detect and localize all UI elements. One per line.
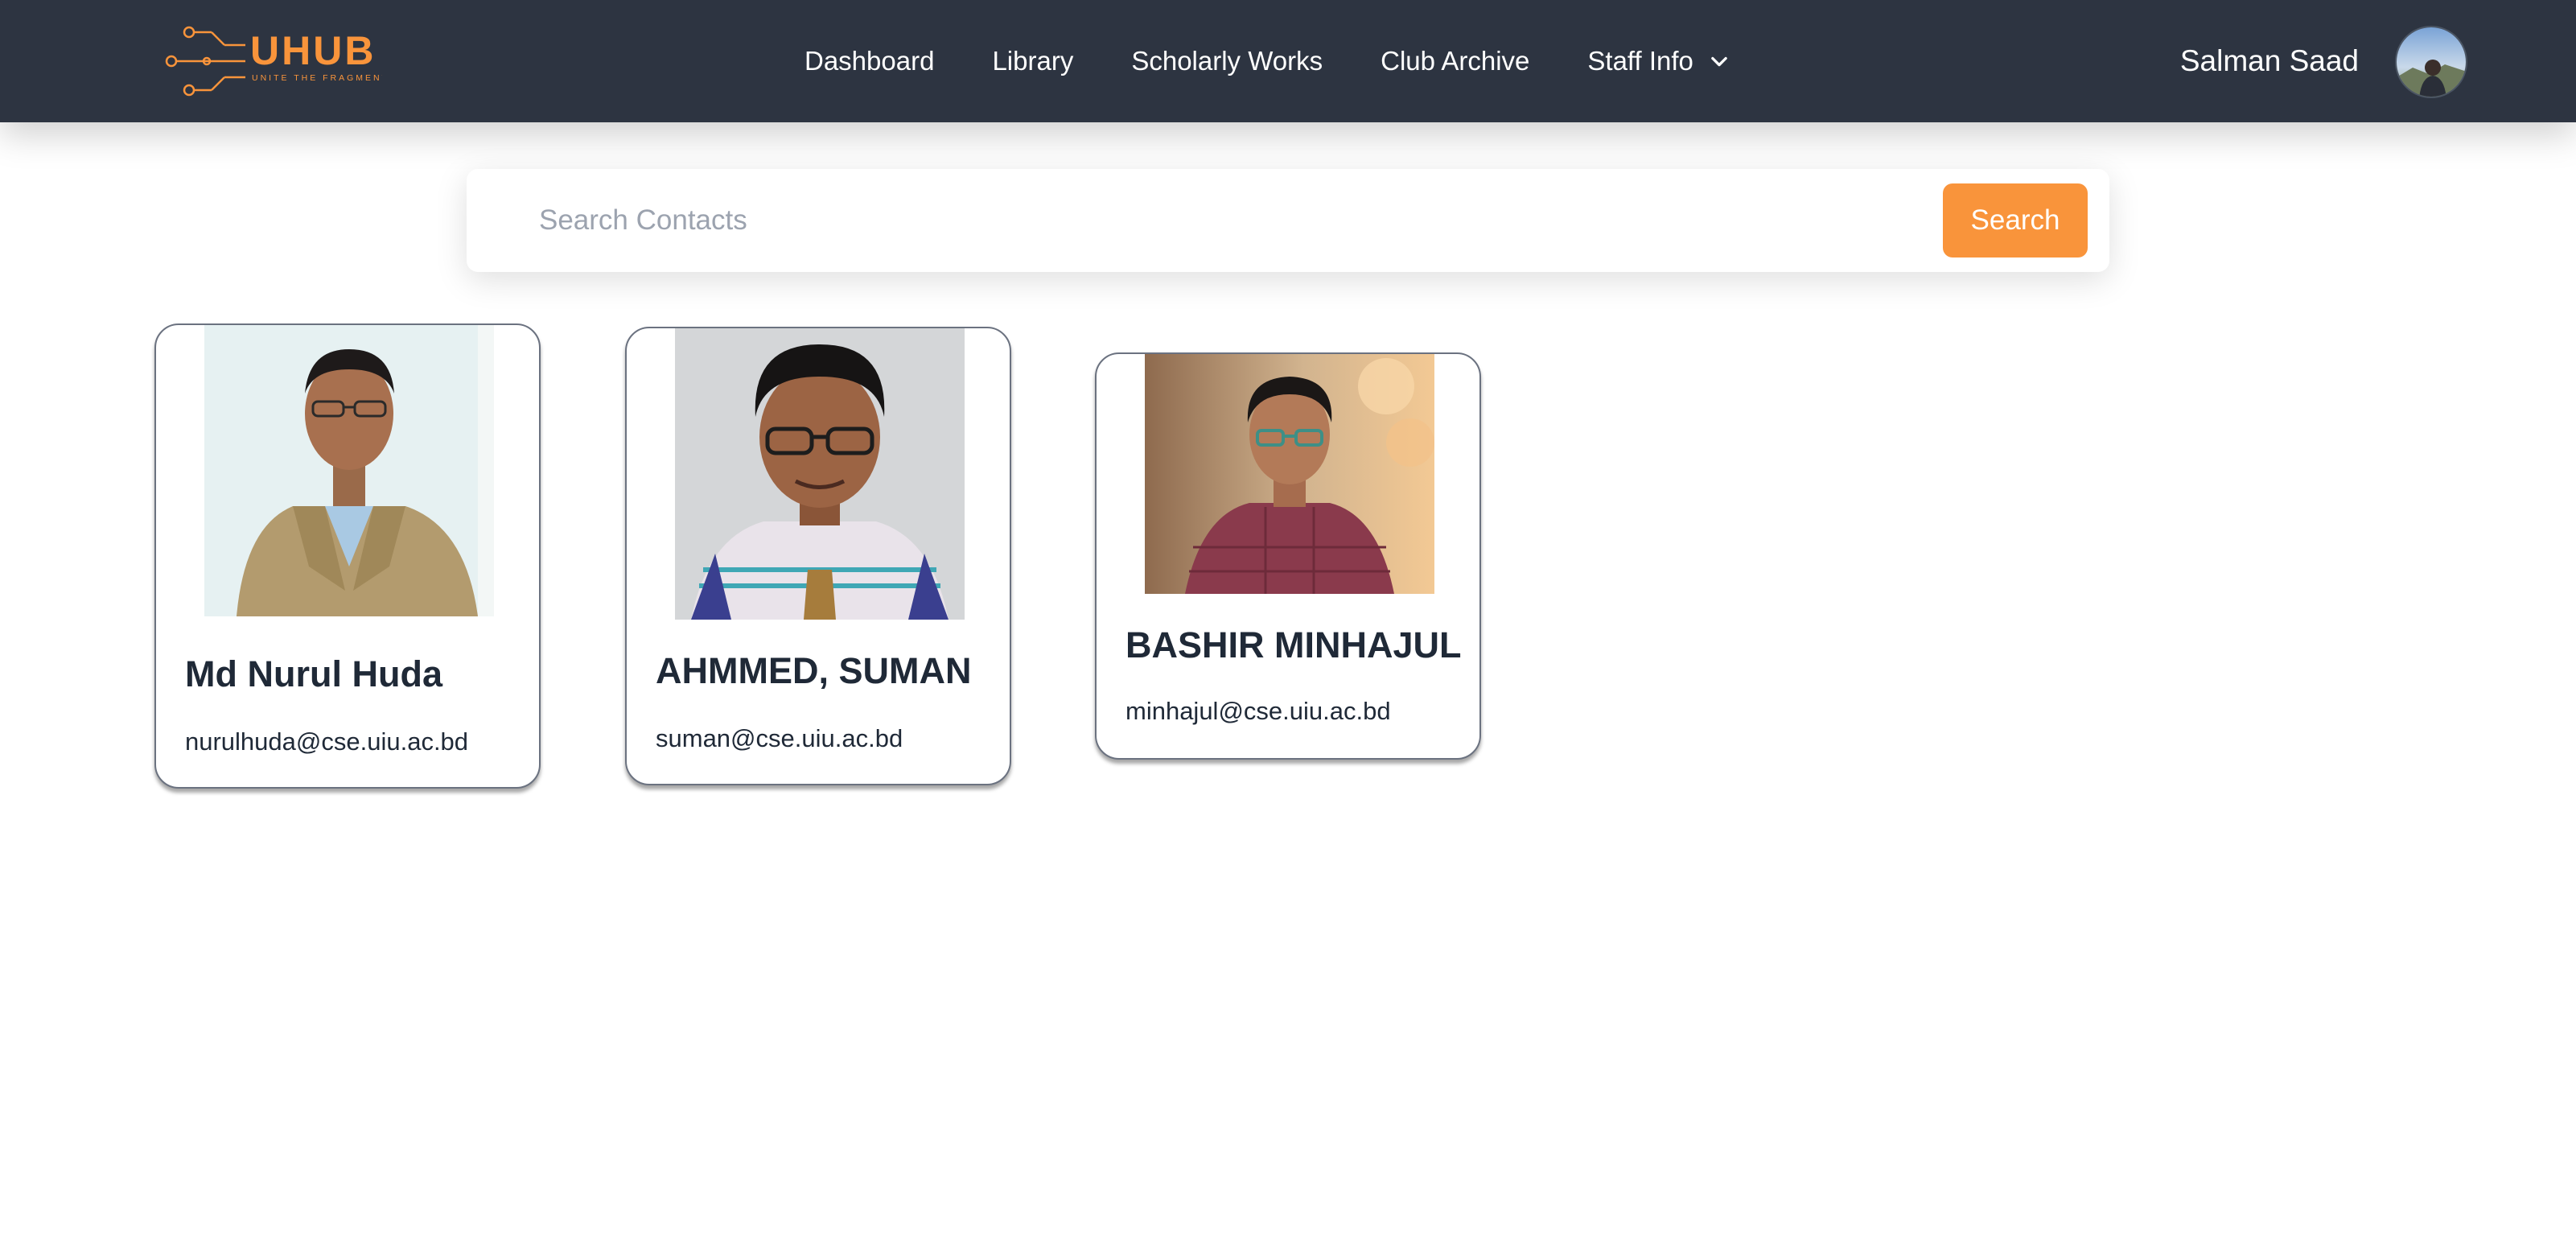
contact-photo [1145, 354, 1434, 594]
nav-club-archive[interactable]: Club Archive [1381, 46, 1529, 76]
user-name[interactable]: Salman Saad [2180, 0, 2359, 122]
contact-card[interactable]: BASHIR MINHAJUL minhajul@cse.uiu.ac.bd [1095, 352, 1481, 760]
nav-staff-info-label: Staff Info [1587, 46, 1693, 76]
contact-email: suman@cse.uiu.ac.bd [656, 724, 903, 752]
search-contacts-input[interactable] [539, 188, 1907, 253]
avatar-image [2397, 27, 2466, 97]
contact-photo [204, 325, 494, 616]
contact-photo [675, 328, 965, 620]
contact-name: AHMMED, SUMAN [656, 650, 972, 691]
user-avatar[interactable] [2395, 26, 2467, 98]
search-button[interactable]: Search [1943, 183, 2088, 258]
search-bar: Search [467, 169, 2109, 272]
chevron-down-icon [1711, 56, 1727, 67]
contact-name: BASHIR MINHAJUL [1125, 624, 1462, 665]
contact-card[interactable]: AHMMED, SUMAN suman@cse.uiu.ac.bd [625, 327, 1011, 785]
contact-email: minhajul@cse.uiu.ac.bd [1125, 697, 1391, 725]
nav-dashboard[interactable]: Dashboard [804, 46, 934, 76]
contact-card[interactable]: Md Nurul Huda nurulhuda@cse.uiu.ac.bd [154, 323, 541, 789]
circuit-logo-icon [165, 26, 245, 97]
brand-tagline: UNITE THE FRAGMENTS [252, 73, 382, 83]
contact-name: Md Nurul Huda [185, 653, 442, 694]
main-nav: Dashboard Library Scholarly Works Club A… [804, 0, 1788, 122]
nav-staff-info[interactable]: Staff Info [1587, 46, 1730, 76]
nav-library[interactable]: Library [992, 46, 1073, 76]
top-navbar: UHUB UNITE THE FRAGMENTS Dashboard Libra… [0, 0, 2576, 122]
nav-scholarly-works[interactable]: Scholarly Works [1131, 46, 1323, 76]
brand-name: UHUB [250, 28, 376, 73]
uhub-logo[interactable]: UHUB UNITE THE FRAGMENTS [165, 24, 382, 98]
contact-email: nurulhuda@cse.uiu.ac.bd [185, 727, 469, 756]
